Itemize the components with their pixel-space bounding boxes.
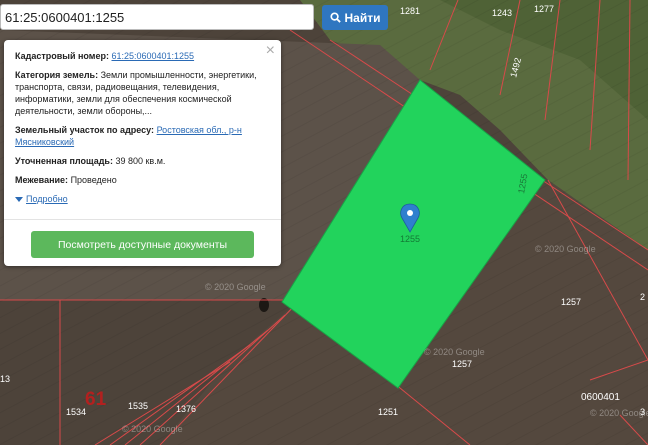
- caret-down-icon: [15, 196, 23, 202]
- parcel-label: 13: [0, 374, 10, 384]
- search-icon: [329, 12, 341, 23]
- cadastral-number-row: Кадастровый номер: 61:25:0600401:1255: [15, 50, 271, 62]
- map-watermark: © 2020 Google: [122, 424, 183, 434]
- map-watermark: © 2020 Google: [205, 282, 266, 292]
- area-label: Уточненная площадь:: [15, 156, 113, 166]
- parcel-label: 1255: [400, 234, 420, 244]
- parcel-label: 1257: [561, 297, 581, 307]
- search-button[interactable]: Найти: [322, 5, 388, 30]
- parcel-label: 0600401: [581, 392, 620, 403]
- land-category-row: Категория земель: Земли промышленности, …: [15, 69, 271, 117]
- parcel-label: 1277: [534, 4, 554, 14]
- cadastral-number-link[interactable]: 61:25:0600401:1255: [111, 51, 194, 61]
- parcel-label: 1534: [66, 407, 86, 417]
- close-icon[interactable]: ×: [266, 43, 275, 59]
- parcel-label: 1251: [378, 407, 398, 417]
- cadastral-number-label: Кадастровый номер:: [15, 51, 109, 61]
- region-number: 61: [85, 389, 107, 410]
- parcel-label: 1257: [452, 359, 472, 369]
- map-watermark: © 2020 Google: [535, 244, 596, 254]
- map-watermark: © 2020 Google: [590, 408, 648, 418]
- search-bar: Найти: [0, 4, 392, 32]
- search-button-label: Найти: [344, 10, 381, 25]
- view-documents-button[interactable]: Посмотреть доступные документы: [31, 231, 254, 258]
- parcel-label: 1376: [176, 404, 196, 414]
- details-toggle[interactable]: Подробно: [15, 193, 271, 205]
- search-input[interactable]: [0, 4, 314, 30]
- area-value: 39 800 кв.м.: [115, 156, 166, 166]
- parcel-info-card: × Кадастровый номер: 61:25:0600401:1255 …: [4, 40, 281, 266]
- survey-label: Межевание:: [15, 175, 69, 185]
- land-category-label: Категория земель:: [15, 70, 99, 80]
- parcel-label: 1243: [492, 8, 512, 18]
- survey-row: Межевание: Проведено: [15, 174, 271, 186]
- parcel-label: 2: [640, 292, 645, 302]
- address-label: Земельный участок по адресу:: [15, 125, 155, 135]
- details-link[interactable]: Подробно: [26, 193, 68, 205]
- area-row: Уточненная площадь: 39 800 кв.м.: [15, 155, 271, 167]
- card-divider: [4, 219, 281, 220]
- map-watermark: © 2020 Google: [424, 347, 485, 357]
- survey-value: Проведено: [70, 175, 117, 185]
- address-row: Земельный участок по адресу: Ростовская …: [15, 124, 271, 148]
- parcel-label: 1281: [400, 6, 420, 16]
- parcel-label: 1535: [128, 401, 148, 411]
